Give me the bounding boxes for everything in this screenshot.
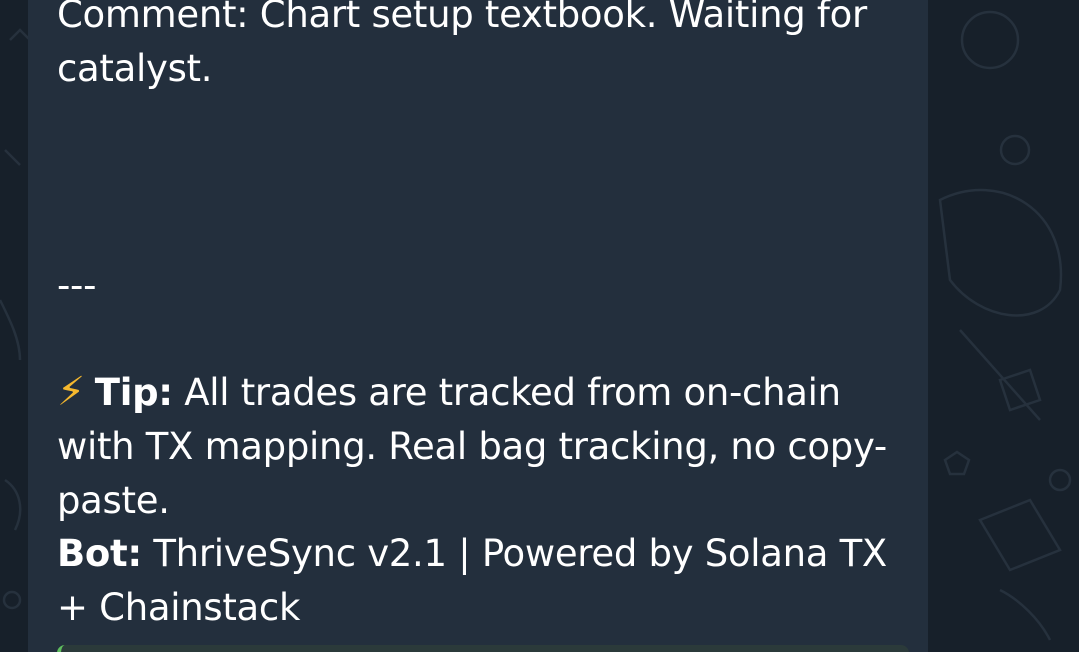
lightning-icon: ⚡ (57, 369, 85, 415)
tip-text: All trades are tracked from on-chain wit… (57, 371, 887, 522)
tip-label: Tip: (94, 371, 173, 414)
tip-paragraph: ⚡ Tip: All trades are tracked from on-cha… (57, 365, 907, 528)
bot-paragraph: Bot: ThriveSync v2.1 | Powered by Solana… (57, 527, 907, 635)
reply-preview-strip[interactable] (57, 645, 909, 652)
bot-text: ThriveSync v2.1 | Powered by Solana TX +… (57, 532, 887, 629)
divider-text: --- (57, 264, 97, 307)
bot-label: Bot: (57, 532, 142, 575)
chat-background: Comment: Chart setup textbook. Waiting f… (0, 0, 1079, 652)
comment-text: Comment: Chart setup textbook. Waiting f… (57, 0, 867, 90)
